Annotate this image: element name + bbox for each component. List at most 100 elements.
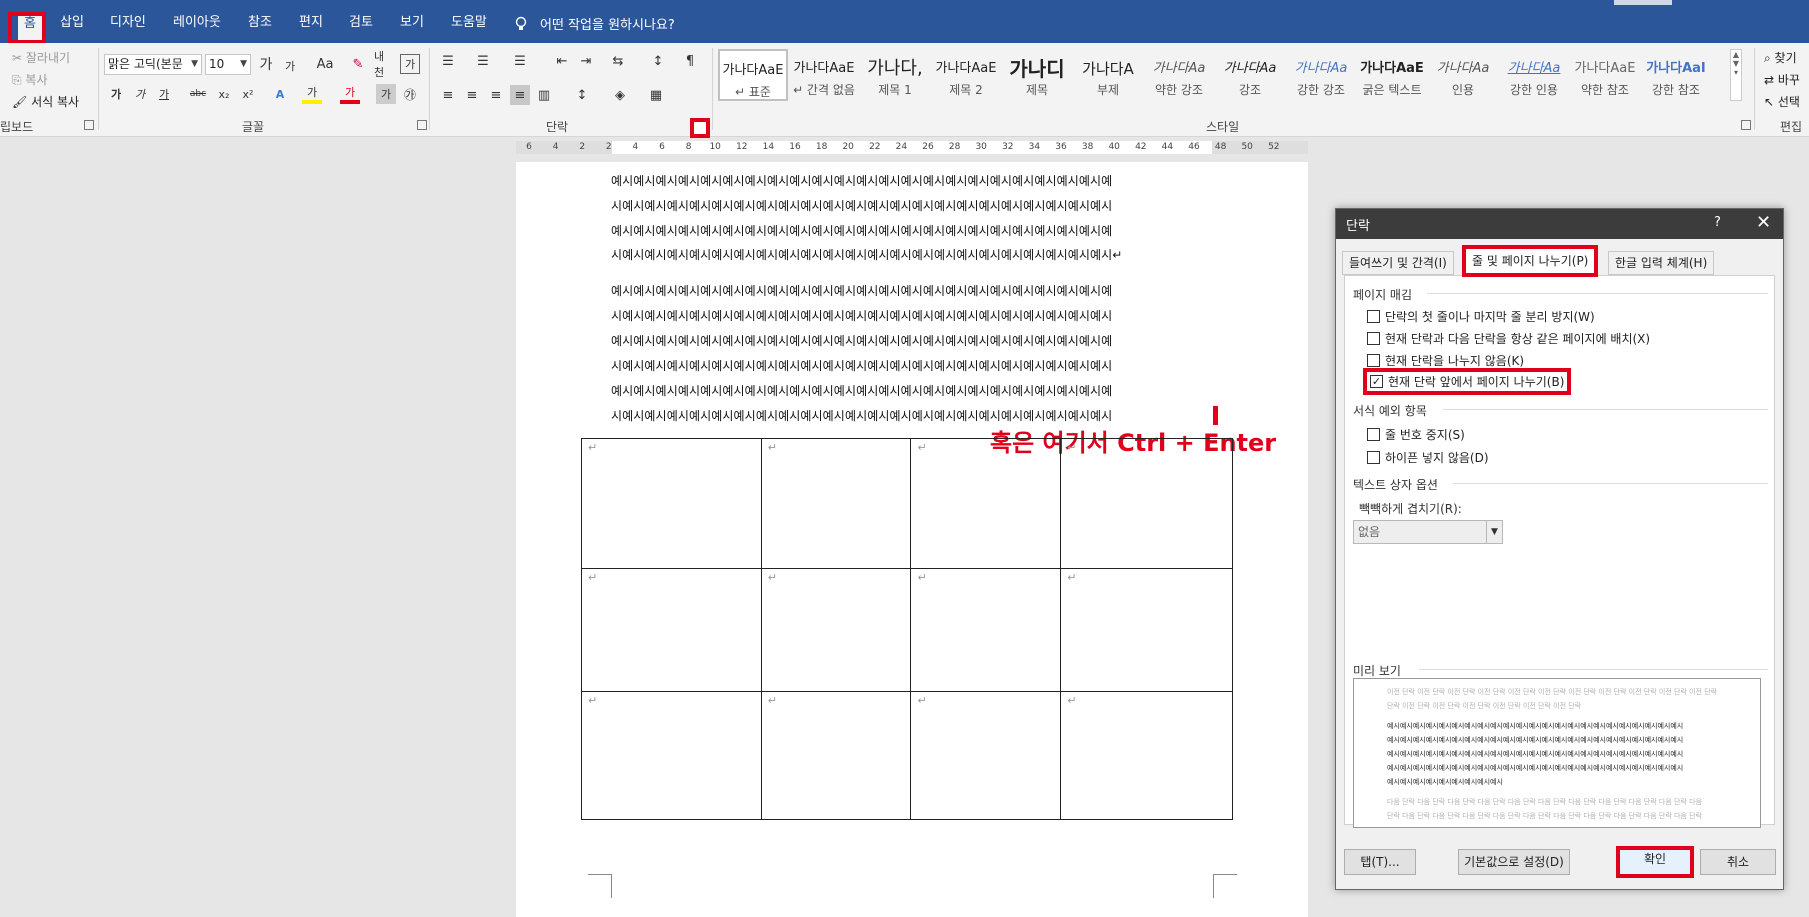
grow-font-button[interactable]: 가: [256, 54, 276, 74]
change-case-button[interactable]: Aa: [312, 54, 338, 74]
dont-hyphenate-checkbox[interactable]: 하이픈 넣지 않음(D): [1367, 449, 1489, 466]
distributed-icon[interactable]: ▥: [534, 85, 554, 105]
tab-mailings[interactable]: 편지: [293, 12, 329, 34]
font-launcher-icon[interactable]: [417, 120, 427, 130]
style-intense-emphasis[interactable]: 가나다Aa 강한 강조: [1286, 49, 1356, 101]
keep-lines-together-checkbox[interactable]: 현재 단락을 나누지 않음(K): [1367, 352, 1524, 369]
horizontal-ruler[interactable]: 6 4 2 2 4 6 8 10 12 14 16 18 20 22 24 26 28 30 32 34 36 38 40 4…: [516, 141, 1308, 154]
copy-button[interactable]: ⎘ 복사: [12, 71, 48, 88]
styles-gallery-scroll[interactable]: ▲ ▼ ▾: [1730, 49, 1742, 101]
text-direction-icon[interactable]: ⇆: [608, 51, 628, 71]
tell-me-box[interactable]: 어떤 작업을 원하시나요?: [540, 14, 675, 33]
style-intense-reference[interactable]: 가나다AaI 강한 참조: [1641, 49, 1711, 101]
justify-icon[interactable]: ≡: [510, 85, 530, 105]
table-cell[interactable]: ↵: [760, 438, 912, 569]
font-color-icon[interactable]: 가: [340, 84, 360, 104]
shrink-font-button[interactable]: 가: [280, 56, 300, 76]
tab-asian-typography[interactable]: 한글 입력 체계(H): [1608, 251, 1715, 275]
tab-layout[interactable]: 레이아웃: [167, 12, 227, 34]
style-subtitle[interactable]: 가나다A 부제: [1073, 49, 1143, 101]
style-title[interactable]: 가나디 제목: [1002, 49, 1072, 101]
bold-button[interactable]: 가: [106, 84, 126, 104]
window-control[interactable]: [1614, 0, 1672, 5]
tab-references[interactable]: 참조: [242, 12, 278, 34]
page-break-before-checkbox[interactable]: ✓ 현재 단락 앞에서 페이지 나누기(B): [1363, 368, 1572, 395]
style-emphasis[interactable]: 가나다Aa 강조: [1215, 49, 1285, 101]
suppress-line-numbers-checkbox[interactable]: 줄 번호 중지(S): [1367, 426, 1465, 443]
set-default-button[interactable]: 기본값으로 설정(D): [1458, 849, 1570, 875]
phonetic-guide-button[interactable]: 내천: [374, 50, 394, 79]
style-heading-2[interactable]: 가나다AaE 제목 2: [931, 49, 1001, 101]
enclose-characters-icon[interactable]: ㉮: [400, 84, 420, 104]
align-center-icon[interactable]: ≡: [462, 85, 482, 105]
highlight-color-icon[interactable]: 가: [302, 84, 322, 104]
close-icon[interactable]: ✕: [1756, 212, 1771, 233]
table-cell[interactable]: ↵: [910, 438, 1062, 569]
table-cell[interactable]: ↵: [1060, 438, 1233, 569]
select-button[interactable]: ↖ 선택: [1764, 93, 1800, 110]
clipboard-launcher-icon[interactable]: [84, 120, 94, 130]
table-cell[interactable]: ↵: [760, 691, 912, 820]
style-quote[interactable]: 가나다Aa 인용: [1428, 49, 1498, 101]
tab-view[interactable]: 보기: [394, 12, 430, 34]
table-cell[interactable]: ↵: [1060, 568, 1233, 692]
keep-with-next-checkbox[interactable]: 현재 단락과 다음 단락을 항상 같은 페이지에 배치(X): [1367, 330, 1650, 347]
font-size-combo[interactable]: 10 ▼: [205, 54, 251, 75]
dialog-title-bar[interactable]: 단락 ? ✕: [1336, 209, 1783, 239]
character-shading-icon[interactable]: 가: [376, 84, 396, 104]
shading-icon[interactable]: ◈: [610, 85, 630, 105]
style-no-spacing[interactable]: 가나다AaE ↵ 간격 없음: [789, 49, 859, 101]
tab-design[interactable]: 디자인: [104, 12, 152, 34]
strikethrough-button[interactable]: abc: [188, 84, 208, 104]
numbering-icon[interactable]: ☰: [473, 51, 493, 71]
find-button[interactable]: ⌕ 찾기: [1764, 49, 1797, 66]
cancel-button[interactable]: 취소: [1700, 849, 1776, 875]
subscript-button[interactable]: x₂: [214, 84, 234, 104]
style-subtle-emphasis[interactable]: 가나다Aa 약한 강조: [1144, 49, 1214, 101]
tab-insert[interactable]: 삽입: [54, 12, 90, 34]
table-cell[interactable]: ↵: [910, 691, 1062, 820]
underline-button[interactable]: 가: [154, 84, 174, 104]
format-painter-button[interactable]: 🖌 서식 복사: [12, 93, 79, 110]
style-heading-1[interactable]: 가나다, 제목 1: [860, 49, 930, 101]
bullets-icon[interactable]: ☰: [438, 51, 458, 71]
replace-button[interactable]: ⇄ 바꾸: [1764, 71, 1800, 88]
tab-review[interactable]: 검토: [343, 12, 379, 34]
decrease-indent-icon[interactable]: ⇤: [552, 51, 572, 71]
help-icon[interactable]: ?: [1714, 215, 1721, 230]
paragraph-launcher-icon[interactable]: [690, 118, 710, 138]
ok-button[interactable]: 확인: [1616, 846, 1694, 878]
styles-launcher-icon[interactable]: [1741, 120, 1751, 130]
table-cell[interactable]: ↵: [760, 568, 912, 692]
table-cell[interactable]: ↵: [581, 438, 762, 569]
table-cell[interactable]: ↵: [581, 568, 762, 692]
show-marks-icon[interactable]: ¶: [680, 51, 700, 71]
style-subtle-reference[interactable]: 가나다AaE 약한 참조: [1570, 49, 1640, 101]
superscript-button[interactable]: x²: [238, 84, 258, 104]
line-spacing-icon[interactable]: ↕: [572, 85, 592, 105]
italic-button[interactable]: 가: [130, 84, 150, 104]
font-name-combo[interactable]: 맑은 고딕(본문 ▼: [104, 54, 202, 75]
increase-indent-icon[interactable]: ⇥: [576, 51, 596, 71]
character-border-button[interactable]: 가: [400, 54, 420, 74]
multilevel-list-icon[interactable]: ☰: [510, 51, 530, 71]
align-right-icon[interactable]: ≡: [486, 85, 506, 105]
align-left-icon[interactable]: ≡: [438, 85, 458, 105]
clear-formatting-icon[interactable]: ✎: [348, 54, 368, 74]
tab-line-page-breaks[interactable]: 줄 및 페이지 나누기(P): [1462, 245, 1599, 277]
document-table[interactable]: ↵ ↵ ↵ ↵ ↵ ↵ ↵ ↵ ↵ ↵ ↵ ↵: [581, 438, 1233, 820]
tab-indents-spacing[interactable]: 들여쓰기 및 간격(I): [1342, 251, 1454, 275]
borders-icon[interactable]: ▦: [646, 85, 666, 105]
style-intense-quote[interactable]: 가나다Aa 강한 인용: [1499, 49, 1569, 101]
tab-help[interactable]: 도움말: [445, 12, 493, 34]
document-page[interactable]: 예시예시예시예시예시예시예시예시예시예시예시예시예시예시예시예시예시예시예시예시…: [516, 162, 1308, 917]
widow-control-checkbox[interactable]: 단락의 첫 줄이나 마지막 줄 분리 방지(W): [1367, 308, 1595, 325]
table-cell[interactable]: ↵: [1060, 691, 1233, 820]
style-strong[interactable]: 가나다AaE 굵은 텍스트: [1357, 49, 1427, 101]
style-normal[interactable]: 가나다AaE ↵ 표준: [718, 49, 788, 101]
table-cell[interactable]: ↵: [910, 568, 1062, 692]
text-effects-icon[interactable]: A: [270, 84, 290, 104]
tight-wrap-select[interactable]: 없음 ▼: [1353, 520, 1503, 544]
cut-button[interactable]: ✂ 잘라내기: [12, 49, 70, 66]
table-cell[interactable]: ↵: [581, 691, 762, 820]
